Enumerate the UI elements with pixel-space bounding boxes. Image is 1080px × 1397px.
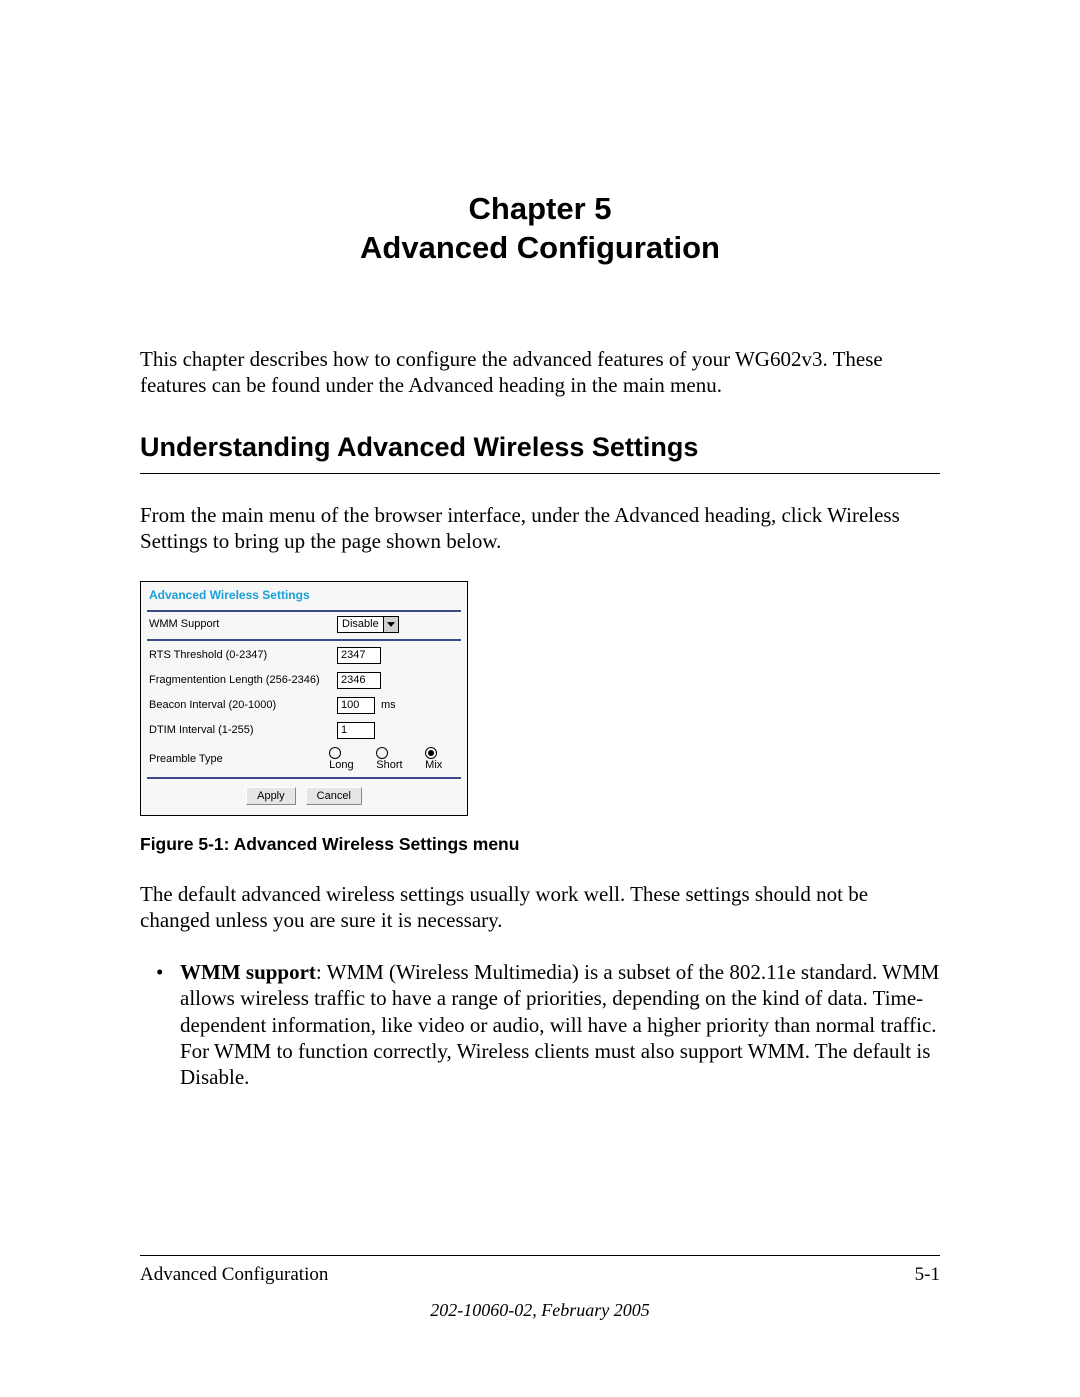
chapter-title: Chapter 5 Advanced Configuration xyxy=(140,190,940,268)
footer-document-id: 202-10060-02, February 2005 xyxy=(140,1300,940,1321)
radio-icon xyxy=(425,747,437,759)
after-figure-paragraph: The default advanced wireless settings u… xyxy=(140,881,940,934)
dtim-interval-input[interactable]: 1 xyxy=(337,722,375,739)
footer-rule xyxy=(140,1255,940,1256)
fragmentation-length-label: Fragmentention Length (256-2346) xyxy=(149,674,331,686)
dropdown-arrow-icon xyxy=(383,617,398,632)
beacon-interval-label: Beacon Interval (20-1000) xyxy=(149,699,331,711)
document-page: Chapter 5 Advanced Configuration This ch… xyxy=(0,0,1080,1397)
preamble-short-label: Short xyxy=(376,759,402,771)
beacon-interval-row: Beacon Interval (20-1000) 100 ms xyxy=(141,693,467,718)
wmm-support-value: Disable xyxy=(338,618,383,630)
beacon-interval-unit: ms xyxy=(381,699,396,711)
fragmentation-length-input[interactable]: 2346 xyxy=(337,672,381,689)
bullet-wmm-support: WMM support: WMM (Wireless Multimedia) i… xyxy=(180,959,940,1090)
preamble-mix-label: Mix xyxy=(425,759,442,771)
chapter-name: Advanced Configuration xyxy=(360,230,720,265)
rts-threshold-row: RTS Threshold (0-2347) 2347 xyxy=(141,643,467,668)
bullet-lead: WMM support xyxy=(180,960,316,984)
radio-icon xyxy=(329,747,341,759)
preamble-long-option[interactable]: Long xyxy=(329,747,370,771)
wmm-support-select[interactable]: Disable xyxy=(337,616,399,633)
cancel-button[interactable]: Cancel xyxy=(306,787,362,805)
footer-page-number: 5-1 xyxy=(915,1264,940,1286)
figure-caption: Figure 5-1: Advanced Wireless Settings m… xyxy=(140,834,940,855)
preamble-type-row: Preamble Type Long Short Mix xyxy=(141,743,467,775)
advanced-wireless-settings-panel: Advanced Wireless Settings WMM Support D… xyxy=(140,581,468,816)
page-footer: Advanced Configuration 5-1 202-10060-02,… xyxy=(140,1255,940,1321)
rts-threshold-input[interactable]: 2347 xyxy=(337,647,381,664)
dtim-interval-row: DTIM Interval (1-255) 1 xyxy=(141,718,467,743)
section-rule xyxy=(140,473,940,474)
beacon-interval-input[interactable]: 100 xyxy=(337,697,375,714)
wmm-support-label: WMM Support xyxy=(149,618,331,630)
radio-icon xyxy=(376,747,388,759)
fragmentation-length-row: Fragmentention Length (256-2346) 2346 xyxy=(141,668,467,693)
panel-title: Advanced Wireless Settings xyxy=(141,582,467,610)
preamble-short-option[interactable]: Short xyxy=(376,747,419,771)
section-heading: Understanding Advanced Wireless Settings xyxy=(140,432,940,463)
preamble-long-label: Long xyxy=(329,759,353,771)
section-intro-paragraph: From the main menu of the browser interf… xyxy=(140,502,940,555)
footer-row: Advanced Configuration 5-1 xyxy=(140,1264,940,1286)
chapter-number: Chapter 5 xyxy=(469,191,612,226)
wmm-support-row: WMM Support Disable xyxy=(141,612,467,637)
preamble-mix-option[interactable]: Mix xyxy=(425,747,459,771)
bullet-list: WMM support: WMM (Wireless Multimedia) i… xyxy=(140,959,940,1090)
footer-chapter-name: Advanced Configuration xyxy=(140,1264,328,1286)
chapter-intro-paragraph: This chapter describes how to configure … xyxy=(140,346,940,399)
preamble-type-label: Preamble Type xyxy=(149,753,323,765)
screenshot-figure: Advanced Wireless Settings WMM Support D… xyxy=(140,581,468,816)
panel-divider xyxy=(147,639,461,641)
rts-threshold-label: RTS Threshold (0-2347) xyxy=(149,649,331,661)
panel-divider xyxy=(147,777,461,779)
panel-button-row: Apply Cancel xyxy=(141,781,467,815)
apply-button[interactable]: Apply xyxy=(246,787,296,805)
dtim-interval-label: DTIM Interval (1-255) xyxy=(149,724,331,736)
